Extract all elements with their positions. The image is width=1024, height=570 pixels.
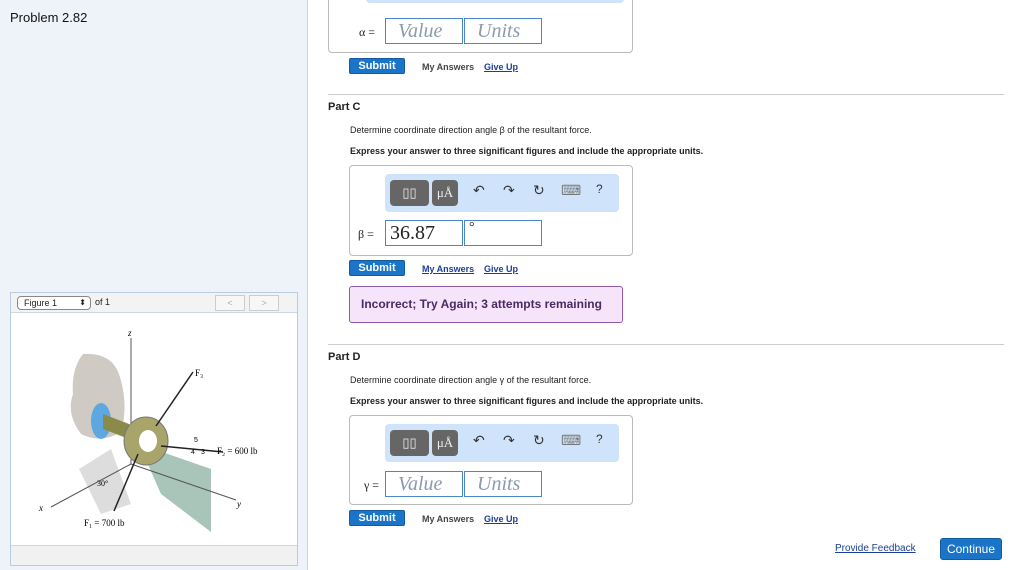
- angle-label: 30°: [97, 479, 108, 488]
- undo-icon[interactable]: ↶: [473, 182, 485, 199]
- part-c-title: Part C: [328, 101, 361, 113]
- problem-panel: Problem 2.82 Figure 1 ⬍ of 1 < > z x y F₃…: [0, 0, 308, 570]
- alpha-label: α =: [359, 25, 376, 39]
- figure-count: of 1: [95, 297, 111, 307]
- provide-feedback-link[interactable]: Provide Feedback: [835, 543, 916, 554]
- part-d-toolbar: ▯▯ μÅ ↶ ↷ ↻ ⌨ ?: [385, 424, 619, 462]
- alpha-units-input[interactable]: Units: [464, 18, 542, 44]
- f1-label: F₁ = 700 lb: [84, 518, 125, 528]
- beta-units-input[interactable]: °: [464, 220, 542, 246]
- figure-select[interactable]: Figure 1 ⬍: [17, 296, 91, 310]
- figure-viewer: Figure 1 ⬍ of 1 < > z x y F₃ F₂ = 600 lb …: [10, 292, 298, 566]
- problem-title: Problem 2.82: [10, 10, 88, 25]
- feedback-message: Incorrect; Try Again; 3 attempts remaini…: [349, 286, 623, 323]
- units-button[interactable]: μÅ: [432, 430, 458, 456]
- part-c-instruction: Express your answer to three significant…: [350, 146, 704, 156]
- help-icon[interactable]: ?: [596, 182, 603, 196]
- figure-header: Figure 1 ⬍ of 1 < >: [11, 293, 297, 313]
- divider: [328, 94, 1004, 95]
- f2-label: F₂ = 600 lb: [217, 446, 258, 456]
- part-b-submit-button[interactable]: Submit: [349, 58, 405, 74]
- slope-4: 4: [191, 449, 195, 456]
- z-label: z: [127, 328, 132, 338]
- prev-figure-button[interactable]: <: [215, 295, 245, 311]
- part-c-answer-box: ▯▯ μÅ ↶ ↷ ↻ ⌨ ? β = 36.87 °: [349, 165, 633, 256]
- divider: [328, 344, 1004, 345]
- part-c-my-answers-link[interactable]: My Answers: [422, 264, 474, 274]
- figure-select-value: Figure 1: [24, 298, 58, 308]
- gamma-value-input[interactable]: Value: [385, 471, 463, 497]
- part-d-my-answers: My Answers: [422, 514, 475, 524]
- part-d-answer-box: ▯▯ μÅ ↶ ↷ ↻ ⌨ ? γ = Value Units: [349, 415, 633, 505]
- part-d-title: Part D: [328, 351, 361, 363]
- f3-arrow: [155, 371, 194, 427]
- x-label: x: [38, 503, 43, 513]
- part-b-toolbar: [366, 0, 624, 3]
- part-b-my-answers: My Answers: [422, 62, 475, 72]
- gamma-units-input[interactable]: Units: [464, 471, 542, 497]
- part-c-toolbar: ▯▯ μÅ ↶ ↷ ↻ ⌨ ?: [385, 174, 619, 212]
- reset-icon[interactable]: ↻: [533, 182, 545, 199]
- undo-icon[interactable]: ↶: [473, 432, 485, 449]
- alpha-value-input[interactable]: Value: [385, 18, 463, 44]
- part-d-submit-button[interactable]: Submit: [349, 510, 405, 526]
- select-arrows-icon: ⬍: [79, 298, 86, 307]
- f3-label: F₃: [195, 368, 203, 378]
- part-d-instruction: Express your answer to three significant…: [350, 396, 704, 406]
- ring-hole: [139, 430, 157, 452]
- units-button[interactable]: μÅ: [432, 180, 458, 206]
- part-b-answer-box: α = Value Units: [328, 0, 633, 53]
- part-c-give-up-link[interactable]: Give Up: [484, 264, 518, 274]
- redo-icon[interactable]: ↷: [503, 182, 515, 199]
- keyboard-icon[interactable]: ⌨: [561, 432, 581, 449]
- part-d-give-up-link[interactable]: Give Up: [484, 514, 518, 524]
- part-c-submit-button[interactable]: Submit: [349, 260, 405, 276]
- continue-button[interactable]: Continue: [940, 538, 1002, 560]
- y-label: y: [236, 499, 241, 509]
- help-icon[interactable]: ?: [596, 432, 603, 446]
- figure-footer: [11, 545, 297, 565]
- reset-icon[interactable]: ↻: [533, 432, 545, 449]
- beta-label: β =: [358, 227, 374, 241]
- next-figure-button[interactable]: >: [249, 295, 279, 311]
- gamma-label: γ =: [364, 478, 380, 492]
- force-diagram: z x y F₃ F₂ = 600 lb F₁ = 700 lb 30° 5 4…: [38, 328, 258, 532]
- part-c-question: Determine coordinate direction angle β o…: [350, 125, 592, 135]
- part-b-give-up-link[interactable]: Give Up: [484, 62, 518, 72]
- keyboard-icon[interactable]: ⌨: [561, 182, 581, 199]
- templates-button[interactable]: ▯▯: [390, 180, 429, 206]
- slope-3: 3: [201, 449, 205, 456]
- part-d-question: Determine coordinate direction angle γ o…: [350, 375, 592, 385]
- templates-button[interactable]: ▯▯: [390, 430, 429, 456]
- redo-icon[interactable]: ↷: [503, 432, 515, 449]
- beta-value-input[interactable]: 36.87: [385, 220, 463, 246]
- slope-5: 5: [194, 437, 198, 444]
